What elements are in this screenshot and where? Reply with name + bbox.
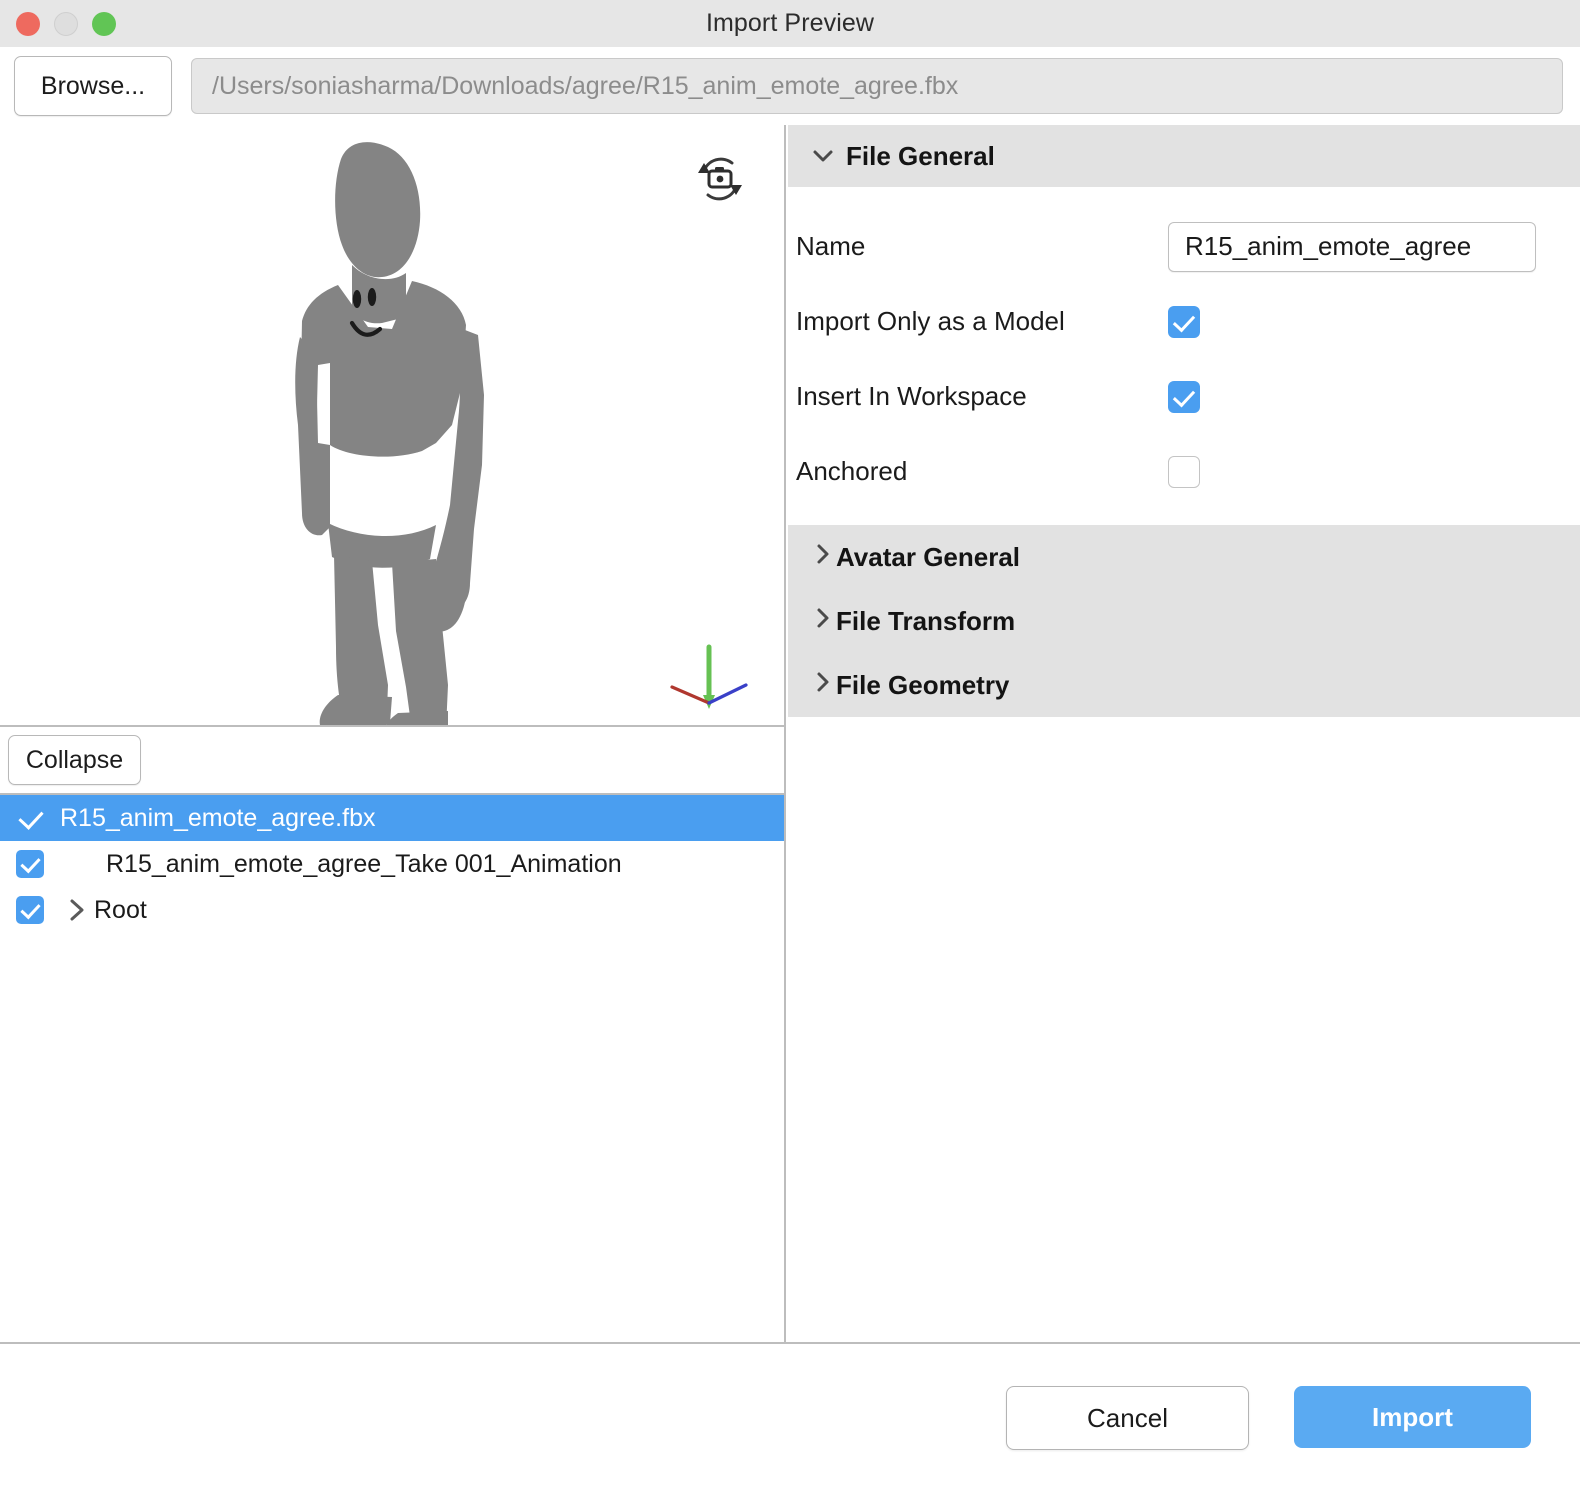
- section-title: File General: [846, 140, 995, 171]
- tree-row[interactable]: Root: [0, 887, 784, 933]
- tree-row-checkbox[interactable]: [0, 896, 60, 924]
- collapse-button[interactable]: Collapse: [8, 735, 141, 785]
- tree-row-label: Root: [94, 895, 147, 924]
- axis-orientation-gizmo: [666, 643, 752, 713]
- chevron-right-icon: [810, 605, 836, 638]
- tree-toolbar: Collapse: [0, 727, 784, 795]
- property-row-anchored: Anchored: [788, 434, 1580, 509]
- tree-row-label: R15_anim_emote_agree.fbx: [60, 803, 376, 832]
- property-label: Name: [796, 231, 866, 261]
- tree-row[interactable]: R15_anim_emote_agree.fbx: [0, 795, 784, 841]
- property-row-insert-in-workspace: Insert In Workspace: [788, 359, 1580, 434]
- model-preview-viewport[interactable]: [0, 125, 784, 727]
- property-row-import-only-as-model: Import Only as a Model: [788, 284, 1580, 359]
- name-input[interactable]: R15_anim_emote_agree: [1168, 221, 1536, 272]
- anchored-checkbox[interactable]: [1168, 455, 1200, 488]
- tree-row-label: R15_anim_emote_agree_Take 001_Animation: [106, 849, 622, 878]
- tree-row-checkbox[interactable]: [0, 850, 60, 878]
- section-avatar-general-header[interactable]: Avatar General: [788, 525, 1580, 589]
- section-title: Avatar General: [836, 541, 1021, 572]
- property-row-name: Name R15_anim_emote_agree: [788, 209, 1580, 284]
- import-tree: R15_anim_emote_agree.fbx R15_anim_emote_…: [0, 795, 784, 1342]
- tree-row-checkbox[interactable]: [0, 804, 60, 832]
- properties-panel: File General Name R15_anim_emote_agree I…: [788, 125, 1580, 1342]
- property-label: Anchored: [796, 456, 908, 486]
- window-titlebar: Import Preview: [0, 0, 1580, 47]
- chevron-right-icon: [810, 541, 836, 574]
- main-content: Collapse R15_anim_emote_agree.fbx R15_an…: [0, 125, 1580, 1342]
- property-label: Insert In Workspace: [796, 381, 1027, 411]
- check-icon: [16, 804, 44, 832]
- section-title: File Transform: [836, 605, 1016, 636]
- section-file-general-header[interactable]: File General: [788, 125, 1580, 187]
- file-path-field[interactable]: /Users/soniasharma/Downloads/agree/R15_a…: [191, 58, 1563, 114]
- browse-button[interactable]: Browse...: [14, 56, 172, 116]
- left-panel: Collapse R15_anim_emote_agree.fbx R15_an…: [0, 125, 786, 1342]
- section-file-general-body: Name R15_anim_emote_agree Import Only as…: [788, 187, 1580, 525]
- section-file-geometry-header[interactable]: File Geometry: [788, 653, 1580, 717]
- tree-row[interactable]: R15_anim_emote_agree_Take 001_Animation: [0, 841, 784, 887]
- import-button[interactable]: Import: [1294, 1386, 1531, 1448]
- checkbox-checked-icon: [16, 896, 44, 924]
- section-title: File Geometry: [836, 669, 1010, 700]
- insert-in-workspace-checkbox[interactable]: [1168, 380, 1200, 413]
- chevron-right-icon[interactable]: [60, 896, 94, 924]
- section-file-transform-header[interactable]: File Transform: [788, 589, 1580, 653]
- property-label: Import Only as a Model: [796, 306, 1065, 336]
- chevron-right-icon: [810, 669, 836, 702]
- cancel-button[interactable]: Cancel: [1006, 1386, 1249, 1450]
- camera-rotate-icon[interactable]: [692, 151, 748, 207]
- chevron-down-icon: [810, 143, 846, 169]
- window-title: Import Preview: [705, 9, 875, 37]
- avatar-render: [0, 125, 784, 725]
- path-toolbar: Browse... /Users/soniasharma/Downloads/a…: [0, 47, 1580, 125]
- checkbox-checked-icon: [16, 850, 44, 878]
- dialog-footer: Cancel Import: [0, 1342, 1580, 1498]
- import-only-as-model-checkbox[interactable]: [1168, 305, 1200, 338]
